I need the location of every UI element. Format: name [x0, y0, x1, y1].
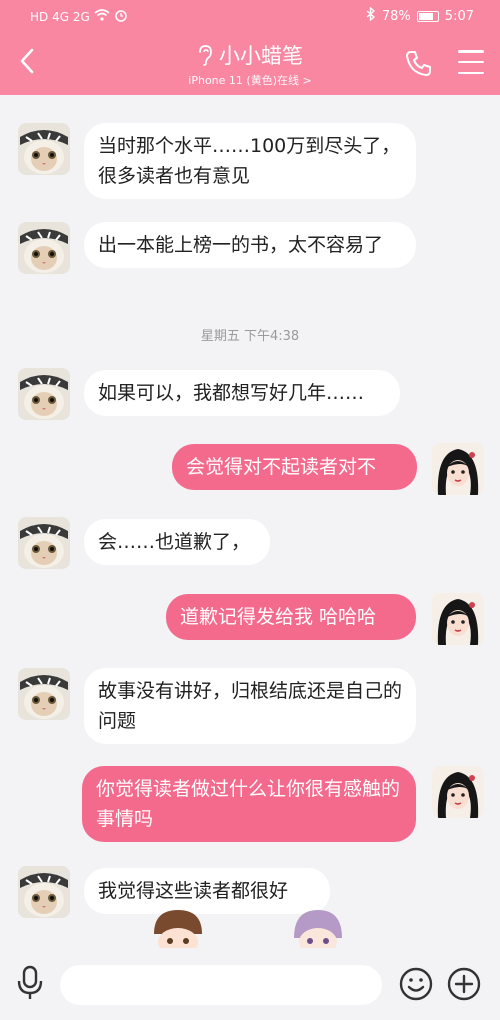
message-bubble-incoming[interactable]: 故事没有讲好，归根结底还是自己的问题 [84, 668, 416, 744]
message-bubble-incoming[interactable]: 会……也道歉了， [84, 519, 270, 565]
alarm-icon [114, 8, 128, 25]
my-avatar[interactable] [432, 593, 484, 645]
clock-time: 5:07 [444, 8, 474, 24]
status-left: HD 4G 2G [30, 8, 128, 25]
phone-icon [406, 51, 431, 76]
message-bubble-incoming[interactable]: 当时那个水平……100万到尽头了，很多读者也有意见 [84, 123, 416, 199]
emoji-icon [399, 967, 433, 1001]
contact-avatar[interactable] [18, 222, 70, 274]
back-button[interactable] [12, 44, 42, 78]
contact-avatar[interactable] [18, 517, 70, 569]
contact-avatar[interactable] [18, 368, 70, 420]
voice-button[interactable] [14, 963, 46, 1003]
battery-percent: 78% [381, 8, 411, 24]
chat-title: 小小蜡笔 [197, 40, 303, 70]
call-button[interactable] [404, 48, 434, 78]
message-bubble-outgoing[interactable]: 会觉得对不起读者对不 [172, 444, 417, 490]
ear-icon [199, 45, 212, 66]
chat-header: HD 4G 2G 78% 5:07 小小蜡笔 iPhone 11 (黄色)在线 … [0, 0, 500, 95]
wifi-icon [94, 9, 110, 24]
contact-avatar[interactable] [18, 123, 70, 175]
message-bubble-incoming[interactable]: 如果可以，我都想写好几年…… [84, 370, 400, 416]
avatar-image [18, 222, 70, 274]
back-arrow-icon [20, 48, 34, 74]
contact-status: iPhone 11 (黄色)在线 > [188, 74, 312, 87]
avatar-image [18, 517, 70, 569]
my-avatar[interactable] [432, 766, 484, 818]
message-input[interactable] [60, 965, 382, 1005]
menu-button[interactable] [458, 50, 484, 74]
avatar-image [432, 766, 484, 818]
chat-title-block[interactable]: 小小蜡笔 iPhone 11 (黄色)在线 > [120, 40, 380, 88]
avatar-image [18, 866, 70, 918]
avatar-image [18, 668, 70, 720]
battery-icon [416, 10, 439, 22]
avatar-image [432, 443, 484, 495]
contact-avatar[interactable] [18, 866, 70, 918]
my-avatar[interactable] [432, 443, 484, 495]
status-right: 78% 5:07 [366, 6, 474, 25]
menu-icon-line [458, 71, 484, 74]
network-indicator: HD 4G 2G [30, 9, 90, 24]
contact-name: 小小蜡笔 [219, 44, 303, 68]
status-bar: HD 4G 2G 78% 5:07 [0, 0, 500, 32]
avatar-image [18, 368, 70, 420]
avatar-image [432, 593, 484, 645]
message-timestamp: 星期五 下午4:38 [200, 329, 300, 344]
input-bar [0, 948, 500, 1020]
avatar-image [18, 123, 70, 175]
message-bubble-outgoing[interactable]: 你觉得读者做过什么让你很有感触的事情吗 [82, 766, 416, 842]
message-bubble-outgoing[interactable]: 道歉记得发给我 哈哈哈 [166, 594, 416, 640]
plus-icon [447, 967, 481, 1001]
menu-icon-line [458, 60, 484, 64]
message-bubble-incoming[interactable]: 出一本能上榜一的书，太不容易了 [84, 222, 416, 268]
emoji-button[interactable] [398, 966, 434, 1002]
more-button[interactable] [446, 966, 482, 1002]
contact-avatar[interactable] [18, 668, 70, 720]
bluetooth-icon [366, 6, 376, 25]
menu-icon [458, 50, 484, 53]
mic-icon [17, 965, 43, 999]
